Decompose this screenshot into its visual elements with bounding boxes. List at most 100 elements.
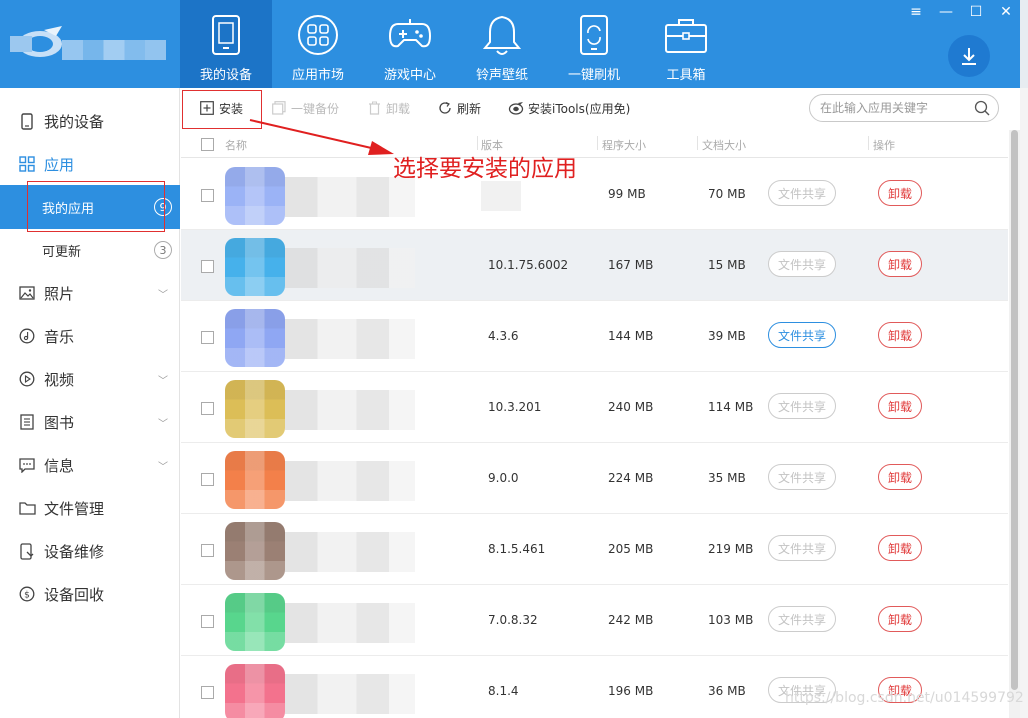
- window-controls: ≡ — ☐ ✕: [908, 4, 1014, 20]
- nav-my-device[interactable]: 我的设备: [180, 0, 272, 88]
- sidebar: 我的设备 应用 我的应用 9 可更新 3 照片 ﹀ 音乐 视频 ﹀ 图书 ﹀ 信…: [0, 88, 180, 718]
- backup-button[interactable]: 一键备份: [271, 88, 339, 128]
- uninstall-button[interactable]: 卸载: [878, 322, 922, 348]
- logo-icon: [10, 26, 62, 57]
- uninstall-toolbar-button[interactable]: 卸载: [366, 88, 410, 128]
- select-all-checkbox[interactable]: [201, 138, 214, 151]
- header-doc-size: 文档大小: [702, 139, 746, 152]
- uninstall-button[interactable]: 卸载: [878, 180, 922, 206]
- table-header: 名称 版本 程序大小 文档大小 操作: [181, 130, 1008, 158]
- sidebar-item-label: 应用: [44, 155, 75, 174]
- sidebar-item-music[interactable]: 音乐: [0, 316, 180, 356]
- header-divider: [868, 136, 869, 150]
- app-size: 167 MB: [608, 258, 654, 272]
- sidebar-item-recycle[interactable]: $ 设备回收: [0, 574, 180, 614]
- menu-icon[interactable]: ≡: [908, 4, 924, 20]
- row-checkbox[interactable]: [201, 331, 214, 344]
- table-row[interactable]: 10.1.75.6002 167 MB 15 MB 文件共享 卸载: [181, 230, 1008, 301]
- file-share-button[interactable]: 文件共享: [768, 606, 836, 632]
- refresh-button[interactable]: 刷新: [437, 88, 481, 128]
- download-button[interactable]: [948, 35, 990, 77]
- nav-app-market[interactable]: 应用市场: [272, 0, 364, 88]
- app-size: 196 MB: [608, 684, 654, 698]
- table-row[interactable]: 10.3.201 240 MB 114 MB 文件共享 卸载: [181, 372, 1008, 443]
- sidebar-item-label: 图书: [44, 413, 75, 432]
- search-icon[interactable]: [974, 100, 990, 116]
- uninstall-button[interactable]: 卸载: [878, 393, 922, 419]
- sidebar-item-label: 我的应用: [42, 201, 95, 217]
- minimize-icon[interactable]: —: [938, 4, 954, 20]
- row-checkbox[interactable]: [201, 686, 214, 699]
- chevron-down-icon: ﹀: [158, 290, 168, 301]
- app-version: 9.0.0: [488, 471, 519, 485]
- uninstall-button[interactable]: 卸载: [878, 535, 922, 561]
- row-checkbox[interactable]: [201, 615, 214, 628]
- doc-size: 15 MB: [708, 258, 746, 272]
- doc-size: 103 MB: [708, 613, 754, 627]
- phone-wrench-icon: [18, 542, 36, 560]
- backup-label: 一键备份: [291, 101, 340, 116]
- row-checkbox[interactable]: [201, 189, 214, 202]
- top-bar: 我的设备 应用市场 游戏中心 铃声壁纸 一键刷机 工具箱 ≡ — ☐ ✕: [0, 0, 1028, 88]
- app-size: 144 MB: [608, 329, 654, 343]
- file-share-button[interactable]: 文件共享: [768, 322, 836, 348]
- table-row[interactable]: 9.0.0 224 MB 35 MB 文件共享 卸载: [181, 443, 1008, 514]
- table-row[interactable]: 7.0.8.32 242 MB 103 MB 文件共享 卸载: [181, 585, 1008, 656]
- sidebar-item-device[interactable]: 我的设备: [0, 101, 180, 141]
- sidebar-item-label: 我的设备: [44, 112, 105, 131]
- file-share-button[interactable]: 文件共享: [768, 535, 836, 561]
- sidebar-item-photos[interactable]: 照片 ﹀: [0, 273, 180, 313]
- copy-icon: [271, 100, 287, 116]
- sidebar-item-label: 音乐: [44, 327, 75, 346]
- uninstall-button[interactable]: 卸载: [878, 606, 922, 632]
- sidebar-item-messages[interactable]: 信息 ﹀: [0, 445, 180, 485]
- install-itools-button[interactable]: 安装iTools(应用免): [508, 88, 630, 128]
- row-checkbox[interactable]: [201, 260, 214, 273]
- row-checkbox[interactable]: [201, 473, 214, 486]
- scrollbar-thumb[interactable]: [1011, 130, 1018, 690]
- close-icon[interactable]: ✕: [998, 4, 1014, 20]
- table-row[interactable]: 4.3.6 144 MB 39 MB 文件共享 卸载: [181, 301, 1008, 372]
- app-name-blurred: [285, 603, 415, 643]
- sidebar-item-video[interactable]: 视频 ﹀: [0, 359, 180, 399]
- table-row[interactable]: 99 MB 70 MB 文件共享 卸载: [181, 159, 1008, 230]
- install-itools-label: 安装iTools(应用免): [528, 101, 631, 116]
- apps-grid-icon: [295, 12, 341, 58]
- table-row[interactable]: 8.1.5.461 205 MB 219 MB 文件共享 卸载: [181, 514, 1008, 585]
- row-checkbox[interactable]: [201, 402, 214, 415]
- app-logo: [0, 0, 180, 88]
- search-input[interactable]: [820, 101, 968, 115]
- app-icon: [225, 522, 285, 580]
- uninstall-button[interactable]: 卸载: [878, 251, 922, 277]
- sidebar-item-repair[interactable]: 设备维修: [0, 531, 180, 571]
- file-share-button[interactable]: 文件共享: [768, 180, 836, 206]
- table-row[interactable]: 8.1.4 196 MB 36 MB 文件共享 卸载: [181, 656, 1008, 718]
- nav-ringtones-wallpapers[interactable]: 铃声壁纸: [456, 0, 548, 88]
- sidebar-item-files[interactable]: 文件管理: [0, 488, 180, 528]
- uninstall-button[interactable]: 卸载: [878, 464, 922, 490]
- file-share-button[interactable]: 文件共享: [768, 251, 836, 277]
- install-label: 安装: [219, 101, 244, 116]
- app-name-blurred: [285, 319, 415, 359]
- nav-one-click-flash[interactable]: 一键刷机: [548, 0, 640, 88]
- sidebar-item-updatable[interactable]: 可更新 3: [0, 228, 180, 272]
- sidebar-item-label: 视频: [44, 370, 75, 389]
- row-checkbox[interactable]: [201, 544, 214, 557]
- sidebar-item-books[interactable]: 图书 ﹀: [0, 402, 180, 442]
- watermark: https://blog.csdn.net/u014599792: [785, 690, 1024, 706]
- file-share-button[interactable]: 文件共享: [768, 393, 836, 419]
- vertical-scrollbar[interactable]: [1009, 130, 1020, 718]
- nav-game-center[interactable]: 游戏中心: [364, 0, 456, 88]
- file-share-button[interactable]: 文件共享: [768, 464, 836, 490]
- refresh-phone-icon: [571, 12, 617, 58]
- maximize-icon[interactable]: ☐: [968, 4, 984, 20]
- app-size: 224 MB: [608, 471, 654, 485]
- sidebar-item-apps[interactable]: 应用: [0, 144, 180, 184]
- install-button[interactable]: 安装: [199, 88, 243, 128]
- doc-size: 70 MB: [708, 187, 746, 201]
- search-box[interactable]: [809, 94, 999, 122]
- nav-toolbox[interactable]: 工具箱: [640, 0, 732, 88]
- app-version: 4.3.6: [488, 329, 519, 343]
- chevron-down-icon: ﹀: [158, 376, 168, 387]
- sidebar-item-my-apps[interactable]: 我的应用 9: [0, 185, 180, 229]
